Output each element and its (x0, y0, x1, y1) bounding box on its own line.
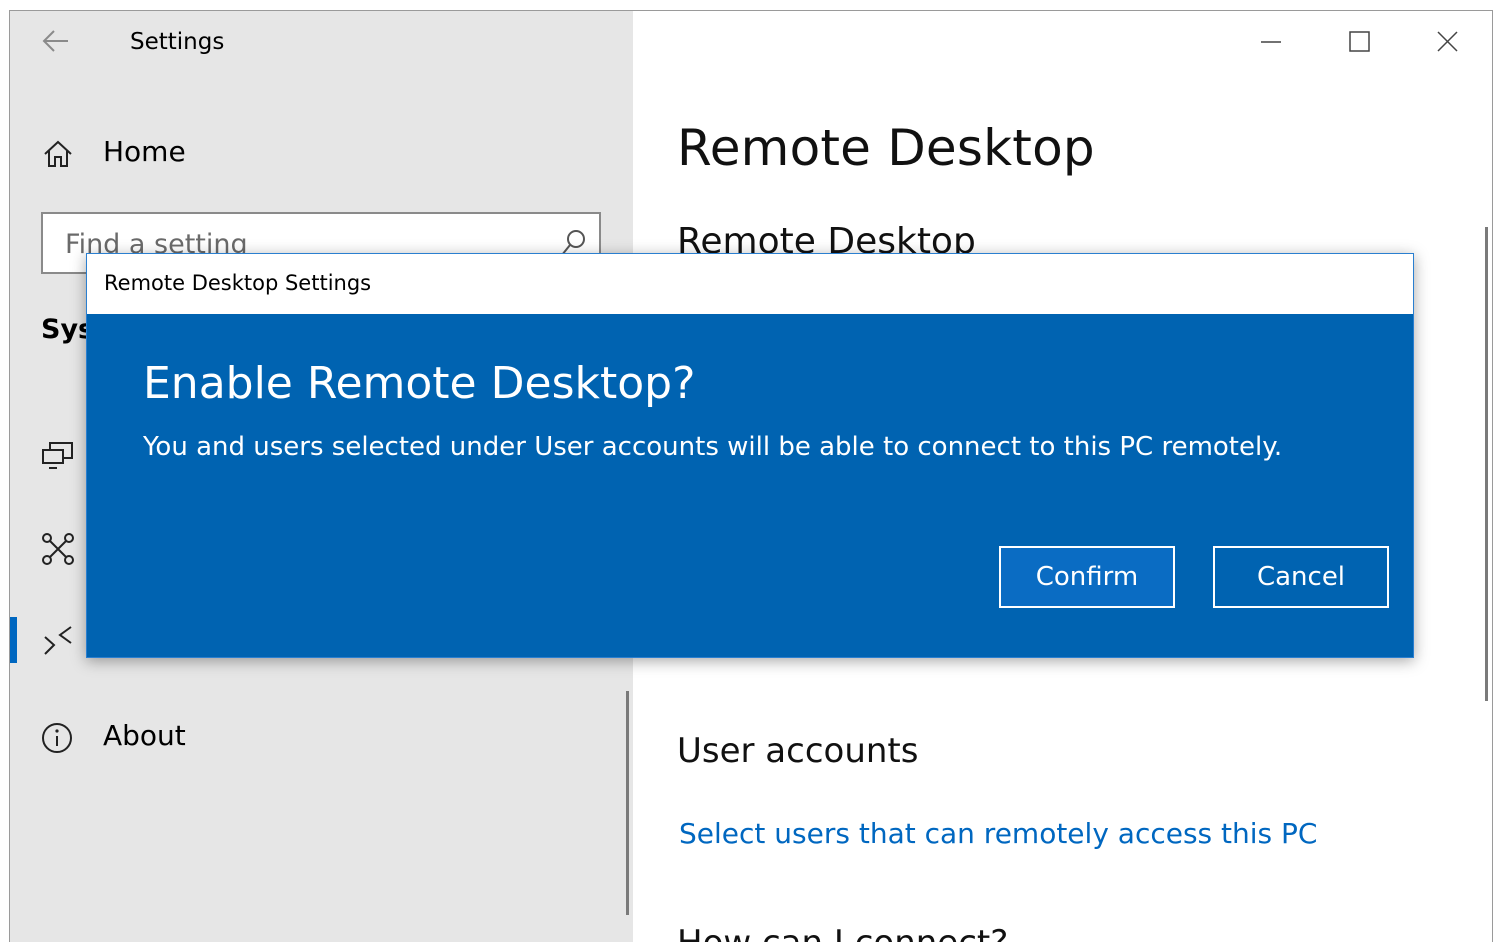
enable-remote-desktop-dialog: Remote Desktop Settings Enable Remote De… (86, 253, 1414, 658)
dialog-message: You and users selected under User accoun… (143, 432, 1283, 462)
back-arrow-icon[interactable] (40, 27, 72, 55)
dialog-heading: Enable Remote Desktop? (143, 358, 696, 409)
shared-experiences-icon[interactable] (40, 531, 76, 567)
main-scrollbar[interactable] (1485, 227, 1488, 701)
how-to-connect-heading: How can I connect? (677, 923, 1008, 942)
close-icon[interactable] (1427, 25, 1467, 59)
home-label: Home (103, 135, 186, 168)
confirm-button[interactable]: Confirm (999, 546, 1175, 608)
dialog-title: Remote Desktop Settings (104, 271, 372, 295)
about-label: About (103, 719, 186, 752)
user-accounts-heading: User accounts (677, 731, 919, 771)
app-title: Settings (130, 29, 225, 55)
info-icon (42, 723, 72, 753)
page-title: Remote Desktop (677, 119, 1095, 177)
home-icon (44, 140, 72, 167)
sidebar-scrollbar[interactable] (626, 691, 629, 915)
remote-desktop-icon[interactable] (40, 623, 76, 659)
dialog-titlebar: Remote Desktop Settings (87, 254, 1413, 314)
maximize-icon[interactable] (1339, 25, 1379, 59)
cancel-button[interactable]: Cancel (1213, 546, 1389, 608)
project-icon[interactable] (40, 437, 76, 473)
select-users-link[interactable]: Select users that can remotely access th… (679, 817, 1317, 850)
minimize-icon[interactable] (1251, 25, 1291, 59)
active-nav-indicator (10, 617, 17, 663)
